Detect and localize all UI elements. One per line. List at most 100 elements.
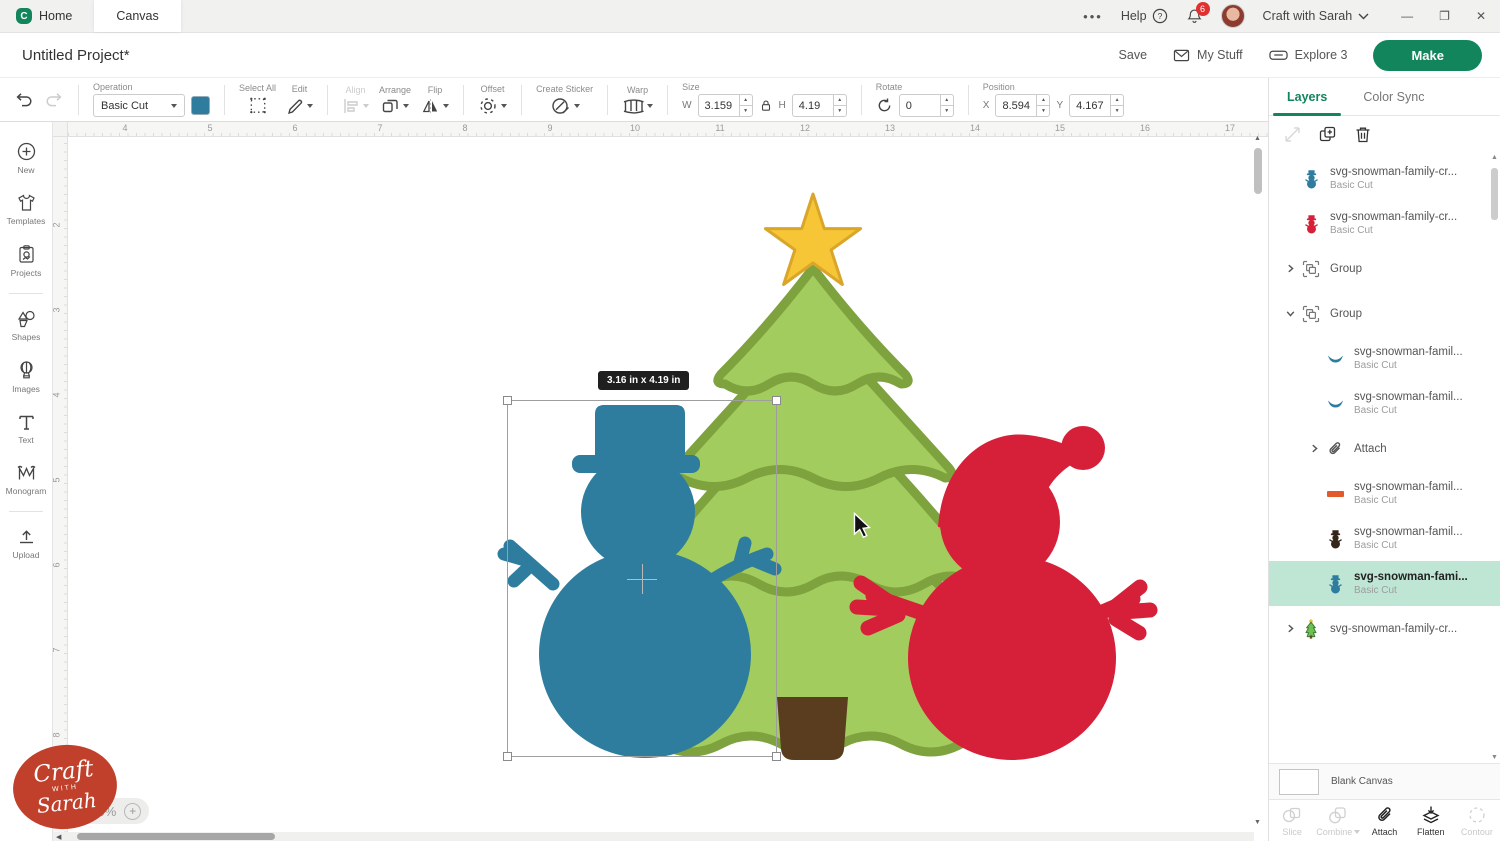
attach-button[interactable]: Attach xyxy=(1361,800,1407,841)
images-icon xyxy=(17,360,36,381)
canvas-area[interactable]: 3.16 in x 4.19 in 4 5 6 7 8 9 10 11 12 13 14 15 16 17… xyxy=(53,122,1268,841)
save-button[interactable]: Save xyxy=(1119,48,1148,62)
minimize-button[interactable]: — xyxy=(1401,9,1413,23)
layer-row[interactable]: svg-snowman-family-cr... Basic Cut xyxy=(1269,156,1500,201)
my-stuff-button[interactable]: My Stuff xyxy=(1173,48,1243,63)
restore-button[interactable]: ❐ xyxy=(1439,9,1450,23)
combine-button[interactable]: Combine xyxy=(1315,800,1361,841)
duplicate-button[interactable] xyxy=(1318,125,1338,144)
scroll-up-icon[interactable]: ▲ xyxy=(1254,135,1261,142)
sidebar-item-images[interactable]: Images xyxy=(0,351,52,403)
layer-name: svg-snowman-famil... xyxy=(1354,526,1463,538)
position-x-input[interactable]: 8.594 ▲ ▼ xyxy=(995,94,1051,117)
layer-chevron-icon[interactable] xyxy=(1281,264,1299,273)
selection-handle-top-right[interactable] xyxy=(772,396,781,405)
flatten-button[interactable]: Flatten xyxy=(1408,800,1454,841)
layer-row[interactable]: Group xyxy=(1269,291,1500,336)
layer-chevron-icon[interactable] xyxy=(1281,309,1299,318)
tab-color-sync[interactable]: Color Sync xyxy=(1345,78,1442,115)
layer-linetype: Basic Cut xyxy=(1330,225,1373,236)
flip-button[interactable] xyxy=(421,97,450,115)
zoom-in-button[interactable]: + xyxy=(124,802,142,820)
operation-select[interactable]: Basic Cut xyxy=(93,94,185,117)
layer-row[interactable]: svg-snowman-family-cr... xyxy=(1269,606,1500,651)
ruler-top-number: 12 xyxy=(799,123,811,133)
account-menu[interactable]: Craft with Sarah xyxy=(1263,9,1370,23)
redo-button[interactable] xyxy=(44,91,64,109)
layer-row[interactable]: Group xyxy=(1269,246,1500,291)
operation-color-swatch[interactable] xyxy=(191,96,210,115)
blank-canvas-label: Blank Canvas xyxy=(1331,776,1393,787)
rotate-input[interactable]: 0 ▲ ▼ xyxy=(898,94,954,117)
canvas-horizontal-scrollbar[interactable]: ◀ xyxy=(53,832,1254,841)
tab-home[interactable]: C Home xyxy=(0,0,94,32)
close-button[interactable]: ✕ xyxy=(1476,9,1486,23)
panel-scroll-up-icon[interactable]: ▲ xyxy=(1491,154,1498,161)
size-height-input[interactable]: 4.19 ▲ ▼ xyxy=(791,94,847,117)
sidebar-item-upload[interactable]: Upload xyxy=(0,518,52,569)
selection-handle-bottom-left[interactable] xyxy=(503,752,512,761)
lock-aspect-icon[interactable] xyxy=(759,98,773,113)
size-width-input[interactable]: 3.159 ▲ ▼ xyxy=(697,94,753,117)
make-button[interactable]: Make xyxy=(1373,39,1482,71)
contour-button[interactable]: Contour xyxy=(1454,800,1500,841)
vertical-scroll-thumb[interactable] xyxy=(1254,148,1262,194)
help-button[interactable]: Help ? xyxy=(1121,8,1168,24)
selection-handle-top-left[interactable] xyxy=(503,396,512,405)
more-menu-icon[interactable]: ••• xyxy=(1083,9,1103,24)
sidebar-item-templates[interactable]: Templates xyxy=(0,184,52,235)
position-x-stepper[interactable]: ▲ ▼ xyxy=(1036,95,1050,116)
machine-icon xyxy=(1268,50,1288,60)
layer-chevron-icon[interactable] xyxy=(1305,444,1323,453)
sidebar-item-shapes[interactable]: Shapes xyxy=(0,300,52,351)
ruler-top-number: 14 xyxy=(969,123,981,133)
ruler-top-number: 16 xyxy=(1139,123,1151,133)
scroll-down-icon[interactable]: ▼ xyxy=(1254,819,1261,826)
ungroup-button[interactable] xyxy=(1283,125,1302,144)
selection-handle-bottom-right[interactable] xyxy=(772,752,781,761)
delete-button[interactable] xyxy=(1354,125,1372,144)
arrange-button[interactable] xyxy=(381,97,410,115)
select-all-button[interactable] xyxy=(247,95,269,116)
sidebar-item-new[interactable]: New xyxy=(0,132,52,184)
undo-button[interactable] xyxy=(14,91,34,109)
scroll-left-icon[interactable]: ◀ xyxy=(53,833,64,841)
rotate-icon[interactable] xyxy=(876,97,893,114)
create-sticker-button[interactable] xyxy=(550,96,580,116)
blank-canvas-swatch[interactable] xyxy=(1279,768,1319,795)
panel-scroll-thumb[interactable] xyxy=(1491,168,1498,220)
position-y-stepper[interactable]: ▲ ▼ xyxy=(1110,95,1124,116)
align-button[interactable] xyxy=(342,97,370,115)
panel-scroll-down-icon[interactable]: ▼ xyxy=(1491,754,1498,761)
layer-chevron-icon[interactable] xyxy=(1281,624,1299,633)
explore-machine-button[interactable]: Explore 3 xyxy=(1268,48,1347,62)
layer-row[interactable]: svg-snowman-famil... Basic Cut xyxy=(1269,516,1500,561)
avatar[interactable] xyxy=(1220,4,1245,28)
rotate-stepper[interactable]: ▲ ▼ xyxy=(939,95,953,116)
slice-button[interactable]: Slice xyxy=(1269,800,1315,841)
size-width-stepper[interactable]: ▲ ▼ xyxy=(738,95,752,116)
layer-row[interactable]: Attach xyxy=(1269,426,1500,471)
layer-row[interactable]: svg-snowman-family-cr... Basic Cut xyxy=(1269,201,1500,246)
tab-layers[interactable]: Layers xyxy=(1269,78,1345,116)
selection-bounding-box[interactable] xyxy=(503,396,781,761)
layer-row[interactable]: svg-snowman-famil... Basic Cut xyxy=(1269,381,1500,426)
blank-canvas-row[interactable]: Blank Canvas xyxy=(1269,763,1500,799)
notifications-button[interactable]: 6 xyxy=(1186,1,1210,25)
sidebar-item-monogram[interactable]: Monogram xyxy=(0,454,52,505)
layer-row[interactable]: svg-snowman-famil... Basic Cut xyxy=(1269,336,1500,381)
offset-button[interactable] xyxy=(478,96,508,116)
layer-row[interactable]: svg-snowman-fami... Basic Cut xyxy=(1269,561,1500,606)
position-y-input[interactable]: 4.167 ▲ ▼ xyxy=(1069,94,1125,117)
layer-row[interactable]: svg-snowman-famil... Basic Cut xyxy=(1269,471,1500,516)
panel-scrollbar[interactable]: ▲ ▼ xyxy=(1490,154,1499,761)
tab-canvas[interactable]: Canvas xyxy=(94,0,181,32)
size-height-stepper[interactable]: ▲ ▼ xyxy=(832,95,846,116)
ruler-top-number: 7 xyxy=(377,123,383,133)
canvas-vertical-scrollbar[interactable]: ▲ ▼ xyxy=(1253,135,1263,826)
edit-button[interactable] xyxy=(286,96,314,116)
sidebar-item-text[interactable]: Text xyxy=(0,403,52,454)
sidebar-item-projects[interactable]: Projects xyxy=(0,235,52,287)
warp-button[interactable] xyxy=(622,97,654,115)
horizontal-scroll-thumb[interactable] xyxy=(77,833,275,840)
